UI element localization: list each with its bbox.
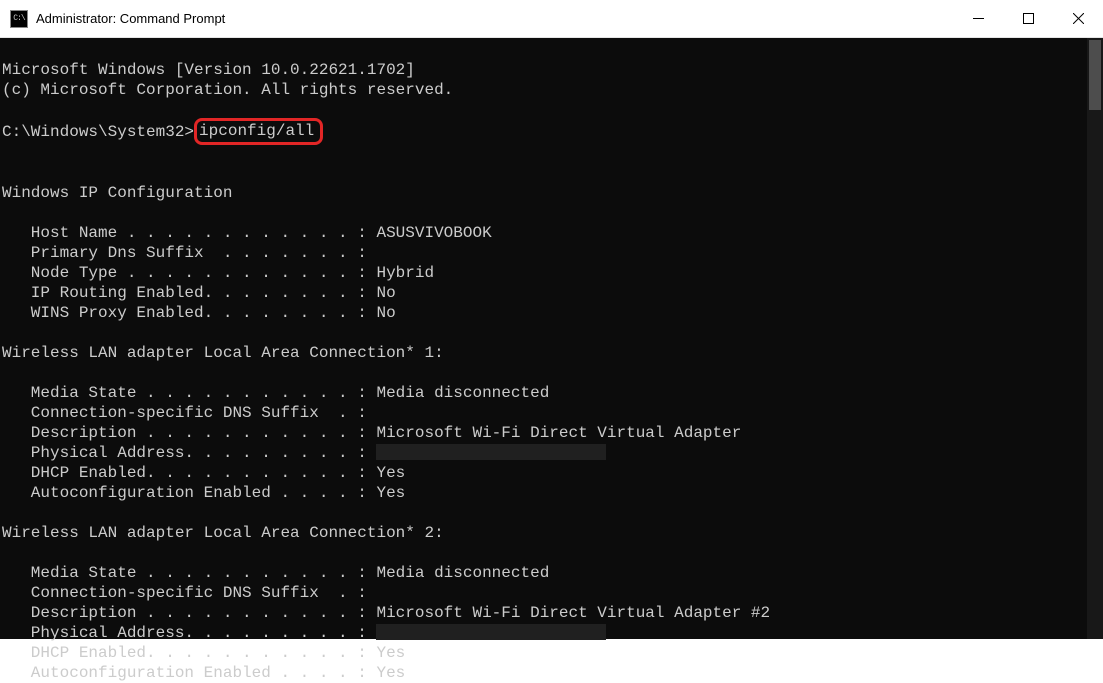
vertical-scrollbar[interactable] bbox=[1087, 38, 1103, 639]
output-line: Connection-specific DNS Suffix . : bbox=[2, 584, 367, 602]
output-line: Description . . . . . . . . . . . : Micr… bbox=[2, 604, 770, 622]
scrollbar-thumb[interactable] bbox=[1089, 40, 1101, 110]
maximize-button[interactable] bbox=[1003, 0, 1053, 37]
output-line: (c) Microsoft Corporation. All rights re… bbox=[2, 81, 453, 99]
output-line: DHCP Enabled. . . . . . . . . . . : Yes bbox=[2, 464, 405, 482]
output-line: IP Routing Enabled. . . . . . . . : No bbox=[2, 284, 396, 302]
output-line: Microsoft Windows [Version 10.0.22621.17… bbox=[2, 61, 415, 79]
terminal-output[interactable]: Microsoft Windows [Version 10.0.22621.17… bbox=[0, 38, 1087, 639]
command-text: ipconfig/all bbox=[199, 122, 314, 140]
output-line: Host Name . . . . . . . . . . . . : ASUS… bbox=[2, 224, 492, 242]
output-line: Primary Dns Suffix . . . . . . . : bbox=[2, 244, 367, 262]
output-line: WINS Proxy Enabled. . . . . . . . : No bbox=[2, 304, 396, 322]
terminal-area[interactable]: Microsoft Windows [Version 10.0.22621.17… bbox=[0, 38, 1103, 639]
redacted-value bbox=[376, 624, 606, 640]
cmd-icon: C:\ bbox=[10, 10, 28, 28]
minimize-button[interactable] bbox=[953, 0, 1003, 37]
output-line: Autoconfiguration Enabled . . . . : Yes bbox=[2, 484, 405, 502]
section-header: Wireless LAN adapter Local Area Connecti… bbox=[2, 344, 444, 362]
window-controls bbox=[953, 0, 1103, 37]
redacted-value bbox=[376, 444, 606, 460]
close-button[interactable] bbox=[1053, 0, 1103, 37]
section-header: Windows IP Configuration bbox=[2, 184, 232, 202]
section-header: Wireless LAN adapter Local Area Connecti… bbox=[2, 524, 444, 542]
output-line: Physical Address. . . . . . . . . : bbox=[2, 624, 376, 642]
output-line: Description . . . . . . . . . . . : Micr… bbox=[2, 424, 741, 442]
title-bar: C:\ Administrator: Command Prompt bbox=[0, 0, 1103, 38]
output-line: Physical Address. . . . . . . . . : bbox=[2, 444, 376, 462]
prompt-path: C:\Windows\System32> bbox=[2, 122, 194, 142]
output-line: Autoconfiguration Enabled . . . . : Yes bbox=[2, 664, 405, 682]
output-line: Connection-specific DNS Suffix . : bbox=[2, 404, 367, 422]
output-line: Media State . . . . . . . . . . . : Medi… bbox=[2, 384, 549, 402]
output-line: Media State . . . . . . . . . . . : Medi… bbox=[2, 564, 549, 582]
output-line: Node Type . . . . . . . . . . . . : Hybr… bbox=[2, 264, 434, 282]
output-line: DHCP Enabled. . . . . . . . . . . : Yes bbox=[2, 644, 405, 662]
command-highlight: ipconfig/all bbox=[194, 118, 323, 145]
window-title: Administrator: Command Prompt bbox=[36, 11, 953, 26]
